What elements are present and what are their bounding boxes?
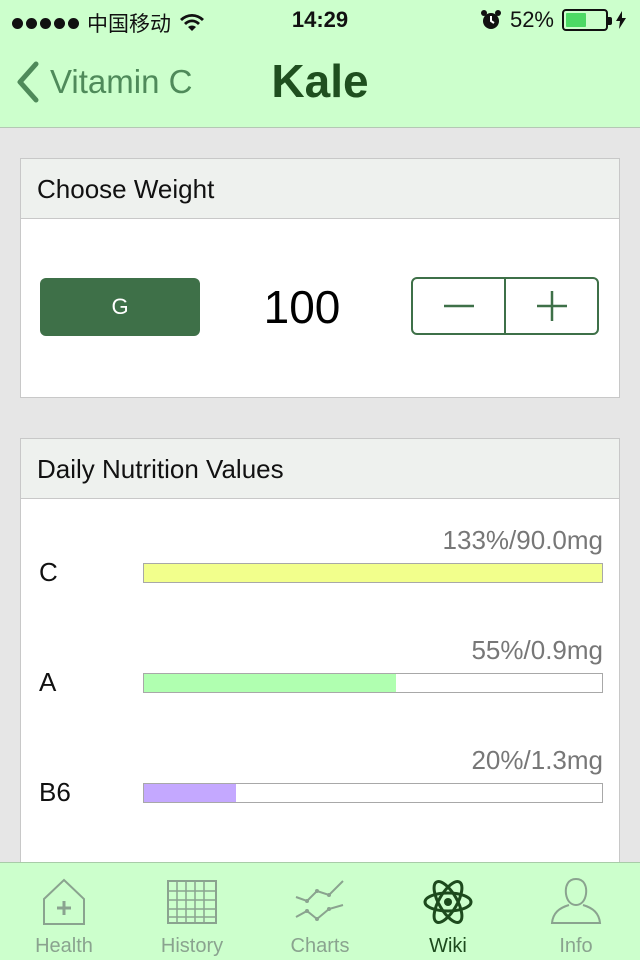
tab-info[interactable]: Info (512, 863, 640, 960)
alarm-icon (480, 10, 501, 29)
tab-label: Health (35, 935, 93, 957)
health-house-icon (43, 878, 85, 925)
tab-charts[interactable]: Charts (256, 863, 384, 960)
status-bar: 中国移动 14:29 52% (0, 0, 640, 40)
charging-icon (616, 11, 626, 29)
battery-icon (562, 9, 612, 31)
history-grid-icon (167, 880, 217, 924)
nutrient-amount: 55%/0.9mg (471, 635, 603, 665)
navigation-bar: Vitamin C Kale (0, 40, 640, 128)
nutrient-progress-bar (143, 673, 603, 693)
increment-button[interactable] (504, 279, 597, 333)
charts-line-icon (295, 880, 344, 921)
nutrition-card: Daily Nutrition Values 133%/90.0mg C 55%/0… (20, 438, 620, 878)
nutrient-row: 55%/0.9mg A (21, 609, 621, 699)
nutrient-row: 20%/1.3mg B6 (21, 719, 621, 809)
wiki-atom-icon (423, 880, 473, 924)
tab-label: Info (559, 935, 593, 957)
tab-bar: Health History Charts Wiki Info (0, 862, 640, 960)
tab-health[interactable]: Health (0, 863, 128, 960)
unit-button[interactable]: G (40, 278, 200, 336)
nutrient-progress-fill (144, 674, 396, 692)
weight-value: 100 (263, 281, 341, 333)
tab-label: History (160, 935, 224, 957)
nutrient-progress-fill (144, 564, 602, 582)
battery-fill (566, 13, 586, 27)
info-person-icon (550, 877, 602, 924)
battery-percent: 52% (509, 7, 554, 32)
tab-label: Charts (290, 935, 350, 957)
nutrition-header: Daily Nutrition Values (21, 439, 619, 499)
nutrient-progress-bar (143, 783, 603, 803)
nutrient-progress-bar (143, 563, 603, 583)
decrement-button[interactable] (413, 279, 504, 333)
status-right: 52% (480, 7, 626, 33)
nutrient-name: C (39, 557, 58, 587)
page-title: Kale (271, 55, 369, 107)
nutrient-row: 133%/90.0mg C (21, 499, 621, 589)
choose-weight-header: Choose Weight (21, 159, 619, 219)
nutrient-amount: 20%/1.3mg (471, 745, 603, 775)
tab-wiki[interactable]: Wiki (384, 863, 512, 960)
nutrient-name: B6 (39, 777, 71, 807)
tab-history[interactable]: History (128, 863, 256, 960)
nutrient-name: A (39, 667, 57, 697)
choose-weight-card: Choose Weight G 100 (20, 158, 620, 398)
minus-icon (443, 304, 474, 308)
nutrient-progress-fill (144, 784, 236, 802)
nutrient-amount: 133%/90.0mg (442, 525, 603, 555)
plus-icon (536, 291, 567, 321)
tab-label: Wiki (429, 935, 467, 957)
weight-stepper[interactable] (411, 277, 599, 335)
